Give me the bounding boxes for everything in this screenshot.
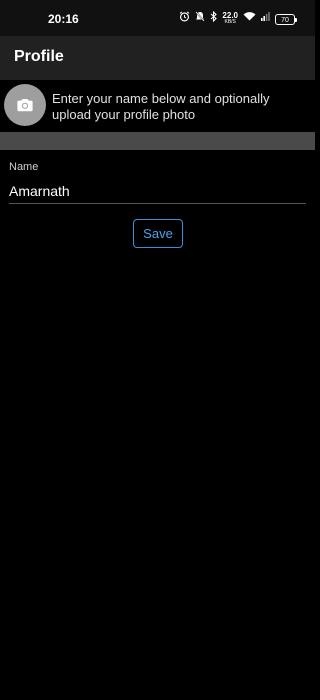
net-speed-value: 22.0 — [222, 11, 238, 20]
wifi-icon — [243, 11, 256, 27]
status-time: 20:16 — [48, 12, 79, 26]
status-bar: 20:16 22.0 KB/S 70 — [0, 0, 315, 36]
page-title: Profile — [14, 48, 64, 65]
section-divider — [0, 132, 315, 150]
alarm-icon — [179, 11, 190, 28]
name-input[interactable] — [9, 178, 306, 204]
name-label: Name — [9, 161, 39, 173]
battery-icon: 70 — [275, 13, 297, 25]
mute-icon — [195, 10, 206, 28]
photo-hint-text: Enter your name below and optionally upl… — [52, 91, 270, 122]
bluetooth-icon — [210, 10, 218, 28]
profile-photo-button[interactable] — [4, 84, 46, 126]
signal-icon — [261, 11, 270, 27]
app-bar: Profile — [0, 36, 315, 80]
net-speed: 22.0 KB/S — [222, 12, 238, 26]
camera-icon — [17, 99, 33, 112]
save-button[interactable]: Save — [133, 219, 183, 248]
net-speed-unit: KB/S — [224, 19, 236, 25]
status-icons: 22.0 KB/S 70 — [179, 10, 297, 28]
profile-photo-section: Enter your name below and optionally upl… — [0, 80, 315, 132]
